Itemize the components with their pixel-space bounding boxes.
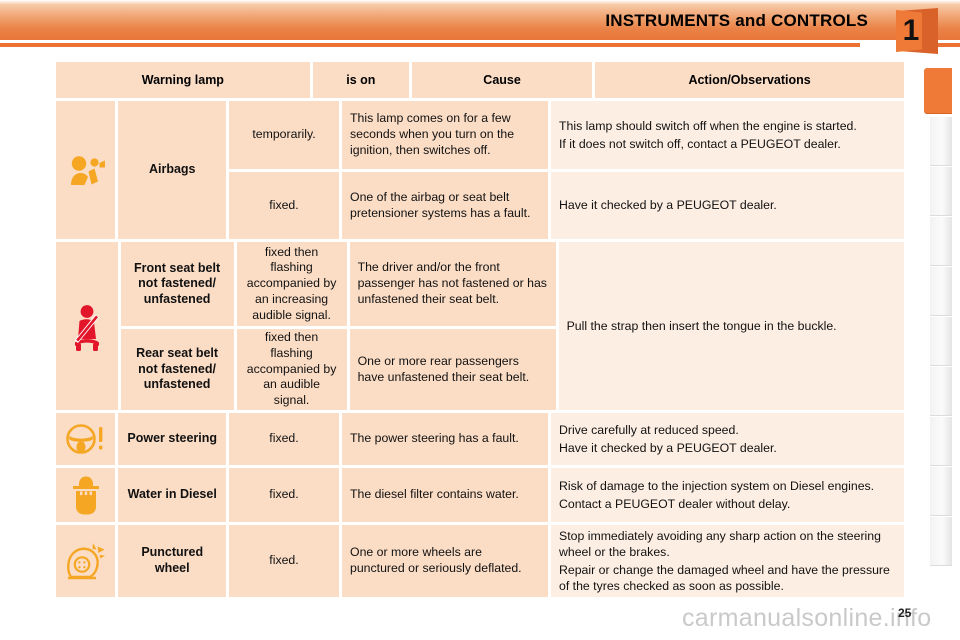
is-on-value: fixed. <box>229 468 339 522</box>
punctured-wheel-icon <box>56 525 116 597</box>
warning-name: Front seat belt not fastened/ unfastened <box>120 242 234 326</box>
table-row: Airbags temporarily. This lamp comes on … <box>56 101 904 239</box>
water-in-diesel-subrows: fixed. The diesel filter contains water.… <box>229 468 904 522</box>
table-row: Water in Diesel fixed. The diesel filter… <box>56 468 904 522</box>
rail-tab-2[interactable] <box>930 116 952 166</box>
column-header-is-on: is on <box>312 62 409 98</box>
water-in-diesel-icon <box>56 468 116 522</box>
site-watermark: carmanualsonline.info <box>682 604 932 632</box>
warning-name: Water in Diesel <box>118 468 226 522</box>
action-paragraph: Drive carefully at reduced speed. <box>559 423 739 438</box>
is-on-value: fixed. <box>229 413 339 465</box>
seatbelt-ison-stack: fixed then flashing accompanied by an in… <box>236 242 347 410</box>
page-header-banner: INSTRUMENTS and CONTROLS <box>0 0 960 40</box>
cause-text: The driver and/or the front passenger ha… <box>349 242 556 326</box>
table-header-row: Warning lamp is on Cause Action/Observat… <box>56 62 904 98</box>
column-header-action: Action/Observations <box>595 62 904 98</box>
column-header-cause: Cause <box>411 62 593 98</box>
table-subrow: fixed. The diesel filter contains water.… <box>229 468 904 522</box>
action-text: Risk of damage to the injection system o… <box>551 468 904 522</box>
page-title: INSTRUMENTS and CONTROLS <box>605 11 868 30</box>
action-paragraph: Repair or change the damaged wheel and h… <box>559 562 890 593</box>
action-text: Pull the strap then insert the tongue in… <box>558 242 904 410</box>
cause-text: One or more wheels are punctured or seri… <box>342 525 548 597</box>
rail-tab-6[interactable] <box>930 316 952 366</box>
seatbelt-cause-stack: The driver and/or the front passenger ha… <box>349 242 556 410</box>
table-subrow: fixed. One of the airbag or seat belt pr… <box>229 172 904 239</box>
chapter-index-rail <box>924 68 952 578</box>
table-row: Front seat belt not fastened/ unfastened… <box>56 242 904 410</box>
is-on-value: fixed. <box>229 525 339 597</box>
chapter-number: 1 <box>902 14 920 47</box>
airbags-subrows: temporarily. This lamp comes on for a fe… <box>229 101 904 239</box>
punctured-wheel-subrows: fixed. One or more wheels are punctured … <box>229 525 904 597</box>
cause-text: One of the airbag or seat belt pretensio… <box>342 172 548 239</box>
chapter-number-tab: 1 <box>896 8 938 54</box>
table-row: Punctured wheel fixed. One or more wheel… <box>56 525 904 597</box>
warning-lamps-table: Warning lamp is on Cause Action/Observat… <box>56 62 904 600</box>
airbag-icon <box>56 101 116 239</box>
action-text: This lamp should switch off when the eng… <box>551 101 904 169</box>
rail-tab-3[interactable] <box>930 166 952 216</box>
warning-name: Airbags <box>118 101 226 239</box>
cause-text: One or more rear passengers have unfaste… <box>349 329 556 410</box>
action-paragraph: Contact a PEUGEOT dealer without delay. <box>559 496 791 511</box>
rail-tab-7[interactable] <box>930 366 952 416</box>
table-row: Power steering fixed. The power steering… <box>56 413 904 465</box>
seatbelt-icon <box>56 242 118 410</box>
is-on-value: fixed then flashing accompanied by an au… <box>236 329 347 410</box>
action-paragraph: Risk of damage to the injection system o… <box>559 479 875 494</box>
action-text: Have it checked by a PEUGEOT dealer. <box>551 172 904 239</box>
steering-wheel-warning-icon <box>56 413 116 465</box>
warning-name: Power steering <box>118 413 226 465</box>
rail-tab-9[interactable] <box>930 466 952 516</box>
rail-tab-4[interactable] <box>930 216 952 266</box>
cause-text: The diesel filter contains water. <box>342 468 548 522</box>
cause-text: This lamp comes on for a few seconds whe… <box>342 101 548 169</box>
warning-name: Punctured wheel <box>118 525 226 597</box>
cause-text: The power steering has a fault. <box>342 413 548 465</box>
page-number: 25 <box>898 606 912 620</box>
is-on-value: fixed. <box>229 172 339 239</box>
header-rule <box>0 40 960 54</box>
seatbelt-name-stack: Front seat belt not fastened/ unfastened… <box>118 242 234 410</box>
action-text: Stop immediately avoiding any sharp acti… <box>551 525 904 597</box>
action-paragraph: This lamp should switch off when the eng… <box>559 119 857 134</box>
action-text: Drive carefully at reduced speed. Have i… <box>551 413 904 465</box>
table-subrow: fixed. The power steering has a fault. D… <box>229 413 904 465</box>
header-rule-shadow <box>0 47 960 48</box>
rail-tab-5[interactable] <box>930 266 952 316</box>
power-steering-subrows: fixed. The power steering has a fault. D… <box>229 413 904 465</box>
action-paragraph: Have it checked by a PEUGEOT dealer. <box>559 198 777 213</box>
is-on-value: fixed then flashing accompanied by an in… <box>236 242 347 326</box>
column-header-warning-lamp: Warning lamp <box>56 62 310 98</box>
action-paragraph: If it does not switch off, contact a PEU… <box>559 136 841 151</box>
action-paragraph: Have it checked by a PEUGEOT dealer. <box>559 440 777 455</box>
rail-tab-10[interactable] <box>930 516 952 566</box>
warning-name: Rear seat belt not fastened/ unfastened <box>120 329 234 410</box>
table-subrow: temporarily. This lamp comes on for a fe… <box>229 101 904 169</box>
action-paragraph: Stop immediately avoiding any sharp acti… <box>559 529 881 560</box>
rail-tab-1[interactable] <box>924 68 952 114</box>
rail-tab-8[interactable] <box>930 416 952 466</box>
table-subrow: fixed. One or more wheels are punctured … <box>229 525 904 597</box>
manual-page: INSTRUMENTS and CONTROLS 1 Warning lamp … <box>0 0 960 640</box>
is-on-value: temporarily. <box>229 101 339 169</box>
